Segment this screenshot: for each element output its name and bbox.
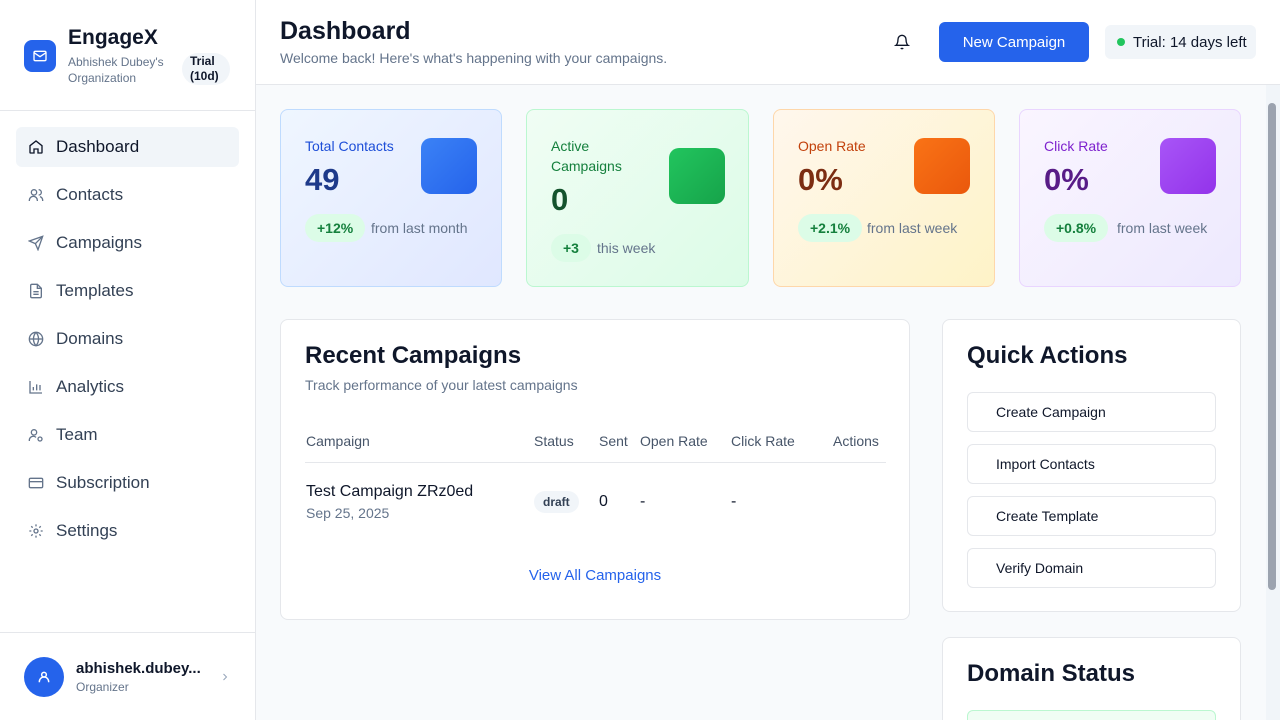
stat-label: Total Contacts <box>305 138 394 154</box>
column-header: Click Rate <box>731 433 795 449</box>
import-contacts-button[interactable]: Import Contacts <box>967 444 1216 484</box>
bar-chart-icon <box>28 379 44 395</box>
trial-pill: Trial (10d) <box>182 53 230 85</box>
recent-campaigns-card: Recent Campaigns Track performance of yo… <box>280 319 910 620</box>
stat-card-open-rate: Open Rate 0% +2.1% from last week <box>773 109 995 287</box>
stat-delta: +12% <box>305 214 366 242</box>
view-all-campaigns-link[interactable]: View All Campaigns <box>281 567 909 584</box>
column-header: Status <box>534 433 574 449</box>
sidebar-item-label: Contacts <box>56 185 124 204</box>
campaigns-icon-tile <box>669 148 725 204</box>
sidebar-item-subscription[interactable]: Subscription <box>16 463 239 503</box>
status-badge: draft <box>534 491 579 513</box>
stat-delta: +2.1% <box>798 214 863 242</box>
stat-value: 0% <box>1044 162 1089 197</box>
domain-status-card: Domain Status <box>942 637 1241 720</box>
sidebar-item-label: Team <box>56 425 98 444</box>
verify-domain-button[interactable]: Verify Domain <box>967 548 1216 588</box>
stat-card-click-rate: Click Rate 0% +0.8% from last week <box>1019 109 1241 287</box>
stat-delta: +3 <box>551 234 591 262</box>
file-text-icon <box>28 283 44 299</box>
campaign-name[interactable]: Test Campaign ZRz0ed <box>306 483 473 501</box>
domain-status-item <box>967 710 1216 720</box>
trial-status-label: Trial: 14 days left <box>1133 33 1247 51</box>
stat-sub: from last week <box>867 220 958 236</box>
stat-value: 0% <box>798 162 843 197</box>
stat-delta: +0.8% <box>1044 214 1109 242</box>
page-header: Dashboard Welcome back! Here's what's ha… <box>256 0 1280 85</box>
domain-status-title: Domain Status <box>967 660 1136 687</box>
user-icon <box>38 671 50 683</box>
stat-card-active-campaigns: Active Campaigns 0 +3 this week <box>526 109 749 287</box>
stat-label: Click Rate <box>1044 138 1108 154</box>
sidebar-item-label: Templates <box>56 281 134 300</box>
organization-name: Abhishek Dubey's Organization <box>68 55 164 85</box>
sidebar-item-analytics[interactable]: Analytics <box>16 367 239 407</box>
mail-icon <box>24 40 56 72</box>
page-title: Dashboard <box>280 17 411 45</box>
status-dot-icon <box>1117 38 1125 46</box>
quick-actions-card: Quick Actions Create Campaign Import Con… <box>942 319 1241 612</box>
create-campaign-button[interactable]: Create Campaign <box>967 392 1216 432</box>
sidebar-item-team[interactable]: Team <box>16 415 239 455</box>
sidebar-item-label: Domains <box>56 329 124 348</box>
user-cog-icon <box>28 427 44 443</box>
create-template-button[interactable]: Create Template <box>967 496 1216 536</box>
stat-sub: from last month <box>371 220 468 236</box>
new-campaign-button[interactable]: New Campaign <box>939 22 1089 62</box>
column-header: Actions <box>833 433 879 449</box>
open-rate-icon-tile <box>914 138 970 194</box>
stat-sub: from last week <box>1117 220 1208 236</box>
credit-card-icon <box>28 475 44 491</box>
sidebar-item-label: Campaigns <box>56 233 142 252</box>
sidebar-item-contacts[interactable]: Contacts <box>16 175 239 215</box>
trial-status-badge: Trial: 14 days left <box>1105 25 1256 59</box>
users-icon <box>28 187 44 203</box>
stat-value: 0 <box>551 182 569 217</box>
avatar <box>24 657 64 697</box>
click-rate-icon-tile <box>1160 138 1216 194</box>
sidebar-item-dashboard[interactable]: Dashboard <box>16 127 239 167</box>
open-rate-value: - <box>640 493 646 510</box>
user-profile[interactable]: abhishek.dubey... Organizer <box>0 632 256 720</box>
stat-label: Active Campaigns <box>551 138 622 174</box>
brand-name: EngageX <box>68 26 158 49</box>
table-divider <box>305 462 886 463</box>
quick-actions-title: Quick Actions <box>967 342 1128 369</box>
scrollbar-thumb[interactable] <box>1268 103 1276 590</box>
sidebar-item-label: Analytics <box>56 377 125 396</box>
click-rate-value: - <box>731 493 737 510</box>
column-header: Campaign <box>306 433 370 449</box>
recent-campaigns-title: Recent Campaigns <box>305 342 522 369</box>
home-icon <box>28 139 44 155</box>
column-header: Sent <box>599 433 628 449</box>
stat-sub: this week <box>597 240 656 256</box>
sidebar: EngageX Abhishek Dubey's Organization Tr… <box>0 0 256 720</box>
stat-value: 49 <box>305 162 340 197</box>
sidebar-item-label: Subscription <box>56 473 150 492</box>
recent-campaigns-subtitle: Track performance of your latest campaig… <box>305 377 578 393</box>
chevron-right-icon <box>219 670 231 688</box>
contacts-icon-tile <box>421 138 477 194</box>
campaign-date: Sep 25, 2025 <box>306 505 390 521</box>
brand-header: EngageX Abhishek Dubey's Organization Tr… <box>0 0 255 111</box>
sidebar-item-label: Settings <box>56 521 118 540</box>
sent-count: 0 <box>599 493 608 510</box>
sidebar-item-domains[interactable]: Domains <box>16 319 239 359</box>
stat-label: Open Rate <box>798 138 866 154</box>
sidebar-item-label: Dashboard <box>56 137 140 156</box>
sidebar-nav: Dashboard Contacts Campaigns Templates D… <box>16 127 239 559</box>
column-header: Open Rate <box>640 433 708 449</box>
sidebar-item-campaigns[interactable]: Campaigns <box>16 223 239 263</box>
globe-icon <box>28 331 44 347</box>
bell-icon[interactable] <box>892 32 912 52</box>
page-subtitle: Welcome back! Here's what's happening wi… <box>280 50 668 66</box>
stat-card-total-contacts: Total Contacts 49 +12% from last month <box>280 109 502 287</box>
sidebar-item-settings[interactable]: Settings <box>16 511 239 551</box>
sidebar-item-templates[interactable]: Templates <box>16 271 239 311</box>
send-icon <box>28 235 44 251</box>
user-role: Organizer <box>76 680 129 694</box>
gear-icon <box>28 523 44 539</box>
user-name: abhishek.dubey... <box>76 660 201 677</box>
